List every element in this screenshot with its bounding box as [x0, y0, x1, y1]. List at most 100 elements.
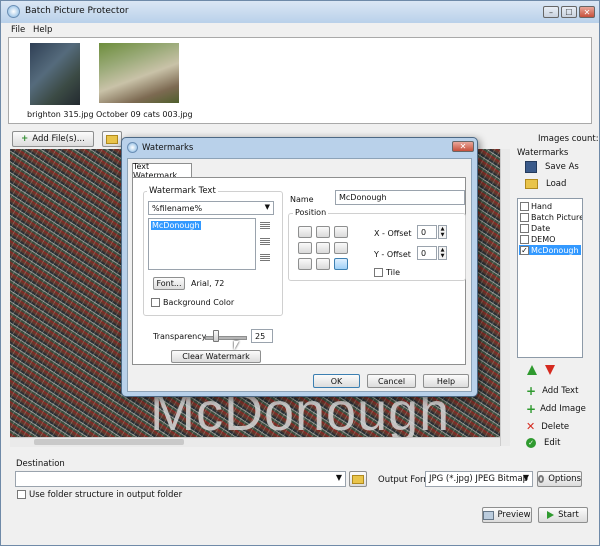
- position-top-right[interactable]: [334, 226, 348, 238]
- ok-button[interactable]: OK: [313, 374, 360, 388]
- help-button[interactable]: Help: [423, 374, 469, 388]
- background-color-checkbox[interactable]: [151, 298, 160, 307]
- add-files-label: Add File(s)...: [32, 134, 85, 144]
- background-color-label: Background Color: [163, 298, 235, 307]
- watermarks-list[interactable]: Hand Batch Picture Wa Date DEMO ✓McDonou…: [517, 198, 583, 358]
- watermark-item-label: McDonough: [531, 245, 579, 255]
- chevron-down-icon: ▼: [522, 473, 529, 482]
- thumbnail-image[interactable]: [99, 43, 179, 103]
- folder-icon: [352, 474, 364, 484]
- output-format-combo[interactable]: JPG (*.jpg) JPEG Bitmap ▼: [425, 471, 533, 487]
- x-offset-label: X - Offset: [374, 229, 412, 238]
- watermark-checkbox[interactable]: [520, 234, 529, 244]
- font-info: Arial, 72: [191, 279, 225, 288]
- close-button[interactable]: ✕: [579, 6, 595, 18]
- menu-help[interactable]: Help: [33, 25, 52, 35]
- save-as-button[interactable]: Save As: [525, 161, 579, 173]
- transparency-value-field[interactable]: 25: [251, 329, 273, 343]
- move-down-icon[interactable]: [545, 365, 555, 375]
- watermarks-dialog: Watermarks ✕ Text Watermark Watermark Te…: [121, 137, 478, 397]
- transparency-value: 25: [255, 331, 266, 341]
- menu-bar: File Help: [1, 23, 599, 37]
- transparency-slider-thumb[interactable]: [213, 330, 219, 342]
- x-offset-spinner[interactable]: ▲ ▼: [438, 225, 447, 239]
- y-offset-spinner[interactable]: ▲ ▼: [438, 246, 447, 260]
- y-offset-field[interactable]: 0: [417, 246, 437, 260]
- watermark-checkbox[interactable]: [520, 201, 529, 211]
- play-icon: [547, 511, 555, 519]
- watermark-checkbox[interactable]: [520, 212, 529, 222]
- watermark-checkbox[interactable]: [520, 223, 529, 233]
- clear-watermark-label: Clear Watermark: [182, 352, 250, 361]
- use-folder-structure-label: Use folder structure in output folder: [29, 490, 183, 500]
- watermark-text-input[interactable]: McDonough: [148, 218, 256, 270]
- watermark-item-demo[interactable]: DEMO: [520, 234, 555, 244]
- add-folder-button[interactable]: [102, 131, 122, 147]
- maximize-button[interactable]: ☐: [561, 6, 577, 18]
- position-middle-right[interactable]: [334, 242, 348, 254]
- destination-combo[interactable]: ▼: [15, 471, 346, 487]
- edit-icon: ✓: [526, 438, 536, 448]
- menu-file[interactable]: File: [11, 25, 25, 35]
- options-button[interactable]: Options: [537, 471, 582, 487]
- macro-select[interactable]: %filename% ▼: [148, 201, 274, 215]
- add-image-label: Add Image: [540, 404, 586, 414]
- move-up-icon[interactable]: [527, 365, 537, 375]
- add-files-button[interactable]: + Add File(s)...: [12, 131, 94, 147]
- clear-watermark-button[interactable]: Clear Watermark: [171, 350, 261, 363]
- watermark-checkbox-checked[interactable]: ✓: [520, 245, 529, 255]
- use-folder-structure-checkbox[interactable]: [17, 490, 26, 499]
- position-bottom-right[interactable]: [334, 258, 348, 270]
- watermark-item-hand[interactable]: Hand: [520, 201, 552, 211]
- x-offset-field[interactable]: 0: [417, 225, 437, 239]
- preview-horizontal-scrollbar[interactable]: [10, 437, 500, 447]
- delete-icon: ✕: [526, 420, 536, 433]
- options-label: Options: [548, 474, 581, 484]
- watermark-item-mcdonough[interactable]: ✓ McDonough: [519, 245, 581, 255]
- thumbnail-image[interactable]: [30, 43, 80, 105]
- watermark-item-batch[interactable]: Batch Picture Wa: [520, 212, 582, 222]
- position-middle-center[interactable]: [316, 242, 330, 254]
- font-button[interactable]: Font...: [153, 277, 185, 290]
- tab-text-watermark[interactable]: Text Watermark: [132, 162, 192, 180]
- browse-destination-button[interactable]: [349, 471, 367, 487]
- name-input[interactable]: McDonough: [335, 190, 465, 205]
- delete-button[interactable]: ✕ Delete: [526, 420, 569, 433]
- chevron-down-icon: ▼: [264, 203, 270, 211]
- transparency-label: Transparency: [153, 332, 207, 341]
- plus-icon: +: [526, 384, 537, 398]
- add-image-button[interactable]: + Add Image: [526, 402, 586, 416]
- load-button[interactable]: Load: [525, 179, 566, 189]
- align-right-icon[interactable]: [260, 254, 270, 262]
- start-label: Start: [558, 510, 579, 520]
- title-bar[interactable]: Batch Picture Protector – ☐ ✕: [1, 1, 599, 23]
- start-button[interactable]: Start: [538, 507, 588, 523]
- align-left-icon[interactable]: [260, 222, 270, 230]
- watermark-item-date[interactable]: Date: [520, 223, 550, 233]
- preview-button[interactable]: Preview: [482, 507, 532, 523]
- preview-label: Preview: [497, 510, 531, 520]
- font-button-label: Font...: [156, 279, 182, 288]
- watermark-text-group-label: Watermark Text: [147, 186, 218, 196]
- cancel-button[interactable]: Cancel: [367, 374, 416, 388]
- edit-button[interactable]: ✓ Edit: [526, 438, 560, 448]
- position-bottom-center[interactable]: [316, 258, 330, 270]
- thumbnail-label: brighton 315.jpg: [27, 110, 94, 119]
- minimize-button[interactable]: –: [543, 6, 559, 18]
- help-label: Help: [436, 376, 456, 386]
- position-middle-left[interactable]: [298, 242, 312, 254]
- position-bottom-left[interactable]: [298, 258, 312, 270]
- tab-page: Watermark Text %filename% ▼ McDonough Fo…: [132, 177, 466, 365]
- preview-vertical-scrollbar[interactable]: [500, 149, 510, 446]
- position-top-left[interactable]: [298, 226, 312, 238]
- watermarks-panel-title: Watermarks: [517, 148, 569, 158]
- horizontal-scroll-thumb[interactable]: [34, 439, 184, 445]
- dialog-close-button[interactable]: ✕: [452, 141, 474, 152]
- align-center-icon[interactable]: [260, 238, 270, 246]
- transparency-slider-track[interactable]: [205, 336, 247, 340]
- position-top-center[interactable]: [316, 226, 330, 238]
- save-icon: [525, 161, 537, 173]
- chevron-down-icon: ▼: [335, 473, 342, 482]
- add-text-button[interactable]: + Add Text: [526, 384, 578, 398]
- tile-checkbox[interactable]: [374, 268, 383, 277]
